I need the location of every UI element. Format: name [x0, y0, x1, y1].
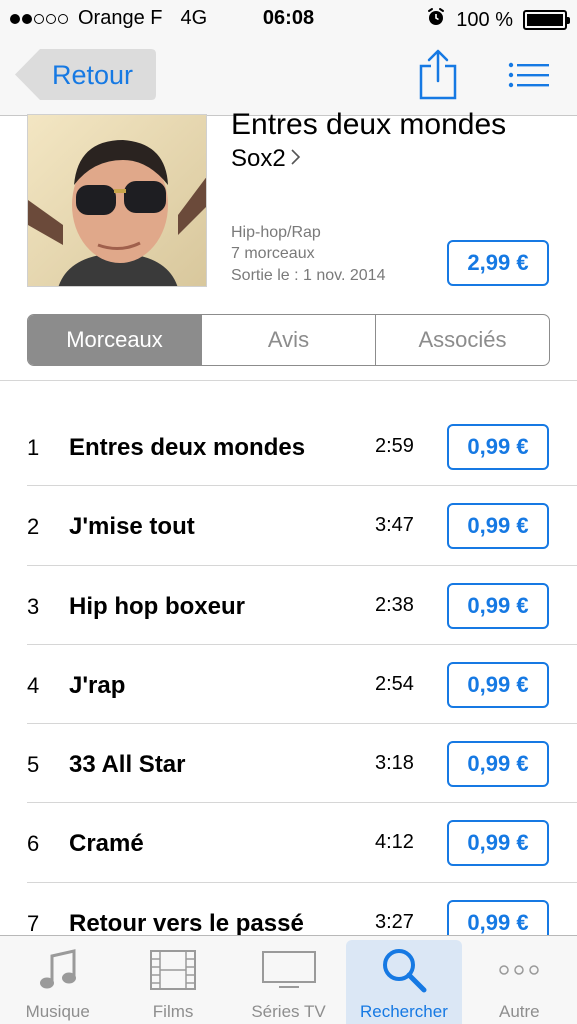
- share-icon[interactable]: [418, 48, 458, 105]
- section-divider: [0, 380, 577, 381]
- track-title: Entres deux mondes: [69, 434, 306, 461]
- track-row[interactable]: 3 Hip hop boxeur 2:38 0,99 €: [0, 566, 577, 645]
- track-price-button[interactable]: 0,99 €: [447, 820, 549, 867]
- back-label: Retour: [52, 60, 134, 90]
- segmented-control: Morceaux Avis Associés: [27, 314, 550, 366]
- track-number: 2: [27, 514, 40, 540]
- tab-tracks[interactable]: Morceaux: [28, 315, 201, 365]
- track-duration: 2:38: [375, 593, 414, 616]
- album-release-date: Sortie le : 1 nov. 2014: [231, 267, 386, 284]
- track-duration: 3:47: [375, 514, 414, 537]
- tv-icon: [261, 936, 317, 998]
- track-duration: 2:59: [375, 435, 414, 457]
- tab-films[interactable]: Films: [115, 936, 230, 1024]
- track-row[interactable]: 1 Entres deux mondes 2:59 0,99 €: [0, 407, 577, 487]
- tab-related[interactable]: Associés: [375, 315, 549, 365]
- track-title: Hip hop boxeur: [69, 592, 245, 620]
- track-price-button[interactable]: 0,99 €: [447, 661, 549, 708]
- more-dots-icon: [497, 936, 541, 998]
- tab-music[interactable]: Musique: [0, 936, 115, 1024]
- track-title: J'mise tout: [69, 513, 195, 541]
- tab-label: Musique: [25, 1002, 90, 1021]
- tab-tv-series[interactable]: Séries TV: [231, 936, 346, 1024]
- chevron-right-icon: [290, 145, 302, 173]
- back-button[interactable]: Retour: [14, 48, 157, 101]
- track-price-button[interactable]: 0,99 €: [447, 741, 549, 788]
- tab-reviews[interactable]: Avis: [201, 315, 375, 365]
- track-duration: 4:12: [375, 831, 414, 854]
- track-price-button[interactable]: 0,99 €: [447, 503, 549, 550]
- tab-more[interactable]: Autre: [462, 936, 577, 1024]
- track-row[interactable]: 2 J'mise tout 3:47 0,99 €: [0, 486, 577, 566]
- track-number: 3: [27, 593, 40, 619]
- track-duration: 2:54: [375, 672, 414, 695]
- music-note-icon: [38, 936, 78, 998]
- status-right: 100 %: [426, 7, 570, 33]
- track-duration: 3:18: [375, 752, 414, 775]
- album-price-button[interactable]: 2,99 €: [447, 240, 549, 286]
- tab-label: Séries TV: [251, 1002, 326, 1021]
- track-number: 1: [27, 435, 40, 460]
- track-number: 7: [27, 910, 40, 936]
- tab-bar: Musique Films Séries TV Rechercher Autre: [0, 935, 577, 1024]
- album-cover-image[interactable]: [27, 114, 207, 287]
- track-price-button[interactable]: 0,99 €: [447, 582, 549, 629]
- track-title: 33 All Star: [69, 751, 186, 779]
- album-track-count: 7 morceaux: [231, 245, 315, 262]
- list-icon[interactable]: [508, 62, 550, 93]
- track-title: Retour vers le passé: [69, 909, 304, 937]
- tab-label: Films: [152, 1002, 194, 1021]
- track-row[interactable]: 6 Cramé 4:12 0,99 €: [0, 803, 577, 883]
- tab-label: Rechercher: [359, 1002, 448, 1021]
- navigation-bar: Retour: [0, 38, 577, 116]
- track-row[interactable]: 5 33 All Star 3:18 0,99 €: [0, 724, 577, 804]
- battery-percent: 100 %: [456, 8, 513, 31]
- album-genre: Hip-hop/Rap: [231, 224, 321, 241]
- track-number: 6: [27, 831, 40, 857]
- track-number: 4: [27, 672, 40, 698]
- artist-name: Sox2: [231, 145, 286, 172]
- track-row[interactable]: 4 J'rap 2:54 0,99 €: [0, 645, 577, 725]
- film-strip-icon: [149, 936, 197, 998]
- track-duration: 3:27: [375, 910, 414, 933]
- battery-icon: [523, 10, 570, 30]
- track-list: 1 Entres deux mondes 2:59 0,99 € 2 J'mis…: [0, 407, 577, 962]
- track-title: Cramé: [69, 830, 144, 858]
- artist-link[interactable]: Sox2: [231, 145, 302, 173]
- search-icon: [380, 936, 428, 998]
- track-title: J'rap: [69, 671, 126, 699]
- track-number: 5: [27, 752, 40, 778]
- tab-search[interactable]: Rechercher: [346, 936, 462, 1024]
- album-title: Entres deux mondes: [231, 108, 507, 141]
- status-bar: Orange F 4G 06:08 100 %: [0, 0, 577, 38]
- track-price-button[interactable]: 0,99 €: [447, 424, 549, 470]
- alarm-icon: [426, 7, 446, 33]
- tab-label: Autre: [499, 1002, 540, 1021]
